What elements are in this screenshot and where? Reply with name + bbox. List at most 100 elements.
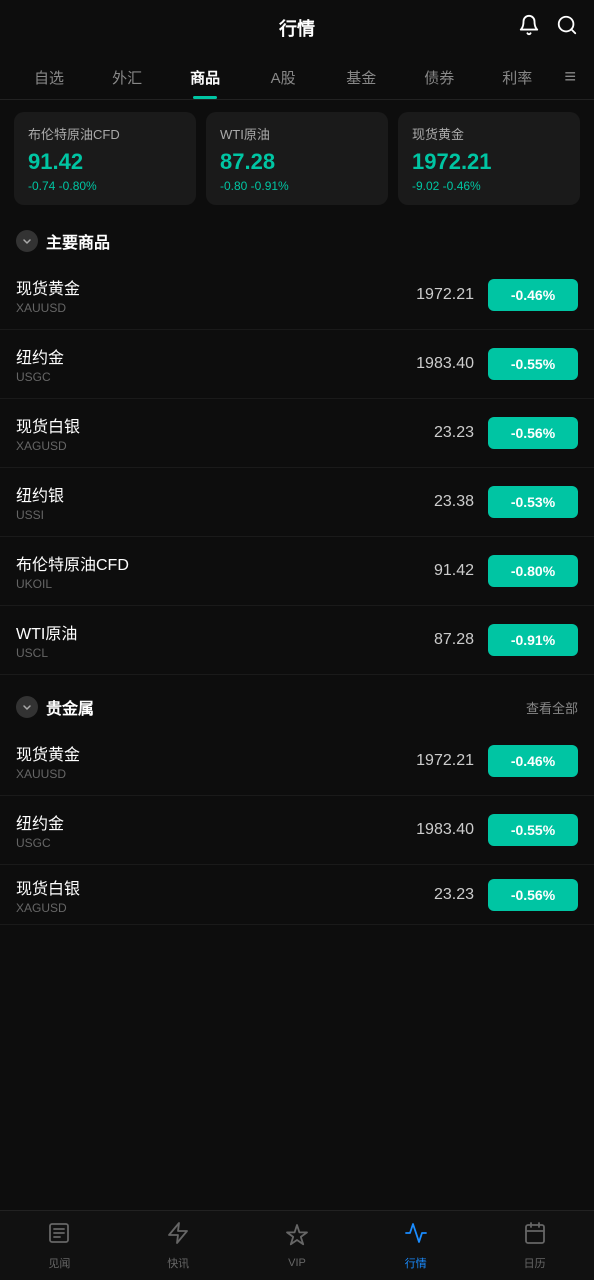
list-item[interactable]: 现货黄金 XAUUSD 1972.21 -0.46% xyxy=(0,727,594,796)
kuaixun-label: 快讯 xyxy=(167,1255,189,1271)
precious-section-header: 贵金属 查看全部 xyxy=(0,683,594,727)
item-change: -0.55% xyxy=(488,814,578,846)
item-code: UKOIL xyxy=(16,577,384,591)
item-change: -0.46% xyxy=(488,279,578,311)
list-item[interactable]: WTI原油 USCL 87.28 -0.91% xyxy=(0,606,594,675)
bottom-nav: 见闻 快讯 VIP 行情 xyxy=(0,1210,594,1280)
bottom-nav-kuaixun[interactable]: 快讯 xyxy=(119,1221,238,1271)
tab-agu[interactable]: A股 xyxy=(244,57,322,98)
ticker-wti-price: 87.28 xyxy=(220,149,374,175)
page-title: 行情 xyxy=(279,15,315,41)
item-name: 现货黄金 xyxy=(16,275,384,299)
item-change: -0.46% xyxy=(488,745,578,777)
hangqing-label: 行情 xyxy=(405,1255,427,1271)
item-price: 91.42 xyxy=(384,562,474,580)
item-code: USSI xyxy=(16,508,384,522)
item-name: 现货白银 xyxy=(16,875,384,899)
ticker-gold-name: 现货黄金 xyxy=(412,124,566,143)
bottom-nav-jianwen[interactable]: 见闻 xyxy=(0,1221,119,1271)
item-name-wrap: 现货白银 XAGUSD xyxy=(16,875,384,915)
list-item[interactable]: 现货白银 XAGUSD 23.23 -0.56% xyxy=(0,399,594,468)
item-price: 23.38 xyxy=(384,493,474,511)
item-change: -0.53% xyxy=(488,486,578,518)
main-section-list: 现货黄金 XAUUSD 1972.21 -0.46% 纽约金 USGC 1983… xyxy=(0,261,594,675)
item-code: XAGUSD xyxy=(16,439,384,453)
item-change: -0.80% xyxy=(488,555,578,587)
item-name: 现货黄金 xyxy=(16,741,384,765)
search-icon[interactable] xyxy=(556,14,578,42)
more-icon[interactable]: ≡ xyxy=(556,66,584,89)
item-name-wrap: 纽约金 USGC xyxy=(16,810,384,850)
bottom-nav-rili[interactable]: 日历 xyxy=(475,1221,594,1271)
ticker-gold-price: 1972.21 xyxy=(412,149,566,175)
main-section-title-wrap: 主要商品 xyxy=(16,229,110,253)
item-name-wrap: 纽约金 USGC xyxy=(16,344,384,384)
main-section-toggle[interactable] xyxy=(16,230,38,252)
item-name-wrap: 现货白银 XAGUSD xyxy=(16,413,384,453)
precious-section-toggle[interactable] xyxy=(16,696,38,718)
main-section-header: 主要商品 xyxy=(0,217,594,261)
item-price: 1972.21 xyxy=(384,752,474,770)
item-price: 87.28 xyxy=(384,631,474,649)
ticker-card-brent[interactable]: 布伦特原油CFD 91.42 -0.74 -0.80% xyxy=(14,112,196,205)
kuaixun-icon xyxy=(166,1221,190,1251)
precious-section-link[interactable]: 查看全部 xyxy=(526,698,578,717)
item-price: 23.23 xyxy=(384,424,474,442)
hangqing-icon xyxy=(404,1221,428,1251)
item-change: -0.56% xyxy=(488,417,578,449)
ticker-brent-price: 91.42 xyxy=(28,149,182,175)
item-code: XAUUSD xyxy=(16,767,384,781)
tab-lilv[interactable]: 利率 xyxy=(478,57,556,98)
bottom-nav-hangqing[interactable]: 行情 xyxy=(356,1221,475,1271)
nav-tabs: 自选 外汇 商品 A股 基金 债券 利率 ≡ xyxy=(0,56,594,100)
ticker-brent-change: -0.74 -0.80% xyxy=(28,179,182,193)
tab-zixuan[interactable]: 自选 xyxy=(10,57,88,98)
item-code: XAUUSD xyxy=(16,301,384,315)
bell-icon[interactable] xyxy=(518,14,540,42)
list-item[interactable]: 纽约银 USSI 23.38 -0.53% xyxy=(0,468,594,537)
item-name: 纽约银 xyxy=(16,482,384,506)
item-code: USGC xyxy=(16,370,384,384)
item-change: -0.56% xyxy=(488,879,578,911)
item-price: 1983.40 xyxy=(384,355,474,373)
tab-shangpin[interactable]: 商品 xyxy=(166,57,244,98)
list-item[interactable]: 现货黄金 XAUUSD 1972.21 -0.46% xyxy=(0,261,594,330)
item-change: -0.55% xyxy=(488,348,578,380)
item-code: XAGUSD xyxy=(16,901,384,915)
header-icons xyxy=(518,14,578,42)
ticker-wti-name: WTI原油 xyxy=(220,124,374,143)
item-change: -0.91% xyxy=(488,624,578,656)
bottom-nav-vip[interactable]: VIP xyxy=(238,1223,357,1269)
item-name: 现货白银 xyxy=(16,413,384,437)
item-name-wrap: WTI原油 USCL xyxy=(16,620,384,660)
item-price: 23.23 xyxy=(384,886,474,904)
ticker-brent-name: 布伦特原油CFD xyxy=(28,124,182,143)
item-name: WTI原油 xyxy=(16,620,384,644)
item-name: 布伦特原油CFD xyxy=(16,551,384,575)
item-code: USCL xyxy=(16,646,384,660)
ticker-cards: 布伦特原油CFD 91.42 -0.74 -0.80% WTI原油 87.28 … xyxy=(0,100,594,217)
list-item[interactable]: 现货白银 XAGUSD 23.23 -0.56% xyxy=(0,865,594,925)
item-price: 1983.40 xyxy=(384,821,474,839)
list-item[interactable]: 布伦特原油CFD UKOIL 91.42 -0.80% xyxy=(0,537,594,606)
list-item[interactable]: 纽约金 USGC 1983.40 -0.55% xyxy=(0,330,594,399)
item-name-wrap: 现货黄金 XAUUSD xyxy=(16,275,384,315)
tab-jijin[interactable]: 基金 xyxy=(322,57,400,98)
rili-label: 日历 xyxy=(524,1255,546,1271)
header: 行情 xyxy=(0,0,594,56)
main-section-title: 主要商品 xyxy=(46,229,110,253)
item-name-wrap: 现货黄金 XAUUSD xyxy=(16,741,384,781)
vip-icon xyxy=(285,1223,309,1253)
precious-section-list: 现货黄金 XAUUSD 1972.21 -0.46% 纽约金 USGC 1983… xyxy=(0,727,594,925)
main-content: 布伦特原油CFD 91.42 -0.74 -0.80% WTI原油 87.28 … xyxy=(0,100,594,1005)
ticker-card-wti[interactable]: WTI原油 87.28 -0.80 -0.91% xyxy=(206,112,388,205)
tab-waihui[interactable]: 外汇 xyxy=(88,57,166,98)
jianwen-label: 见闻 xyxy=(48,1255,70,1271)
jianwen-icon xyxy=(47,1221,71,1251)
item-name: 纽约金 xyxy=(16,810,384,834)
ticker-card-gold[interactable]: 现货黄金 1972.21 -9.02 -0.46% xyxy=(398,112,580,205)
list-item[interactable]: 纽约金 USGC 1983.40 -0.55% xyxy=(0,796,594,865)
tab-zhaiquan[interactable]: 债券 xyxy=(400,57,478,98)
precious-section-title: 贵金属 xyxy=(46,695,94,719)
item-code: USGC xyxy=(16,836,384,850)
